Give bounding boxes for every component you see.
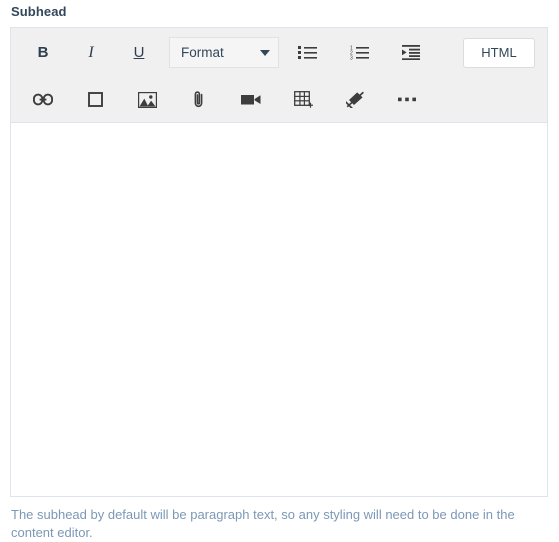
numbered-list-button[interactable]: 1 2 3 bbox=[335, 38, 383, 68]
editor-content-area[interactable] bbox=[11, 123, 547, 496]
chevron-down-icon bbox=[260, 49, 270, 56]
bold-icon: B bbox=[37, 44, 49, 61]
html-button-label: HTML bbox=[481, 45, 517, 60]
more-options-button[interactable] bbox=[383, 85, 431, 115]
insert-image-button[interactable] bbox=[123, 85, 171, 115]
remove-format-button[interactable] bbox=[331, 85, 379, 115]
numbered-list-icon: 1 2 3 bbox=[350, 45, 369, 60]
video-camera-icon bbox=[241, 93, 261, 106]
toolbar-row-2 bbox=[11, 77, 547, 122]
indent-icon bbox=[402, 45, 420, 60]
italic-icon: I bbox=[88, 43, 94, 61]
underline-button[interactable]: U bbox=[115, 38, 163, 68]
html-button[interactable]: HTML bbox=[463, 37, 535, 68]
bold-button[interactable]: B bbox=[19, 38, 67, 68]
remove-format-icon bbox=[345, 91, 365, 108]
table-icon bbox=[293, 90, 313, 109]
image-icon bbox=[137, 91, 157, 108]
insert-video-button[interactable] bbox=[227, 85, 275, 115]
svg-text:3: 3 bbox=[350, 56, 353, 60]
indent-button[interactable] bbox=[387, 38, 435, 68]
format-dropdown[interactable]: Format bbox=[169, 37, 279, 68]
editor-toolbar: B I U Format 1 2 3 HTML bbox=[11, 28, 547, 123]
bullet-list-button[interactable] bbox=[283, 38, 331, 68]
attachment-icon bbox=[193, 90, 205, 109]
insert-link-button[interactable] bbox=[19, 85, 67, 115]
page-title: Subhead bbox=[11, 4, 67, 19]
anchor-square-icon bbox=[87, 92, 103, 107]
bullet-list-icon bbox=[297, 45, 317, 60]
toolbar-row-1: B I U Format 1 2 3 HTML bbox=[11, 28, 547, 77]
insert-anchor-button[interactable] bbox=[71, 85, 119, 115]
link-icon bbox=[33, 93, 53, 106]
format-dropdown-label: Format bbox=[181, 45, 224, 60]
more-options-icon bbox=[398, 97, 416, 102]
italic-button[interactable]: I bbox=[67, 38, 115, 68]
insert-table-button[interactable] bbox=[279, 85, 327, 115]
field-help-text: The subhead by default will be paragraph… bbox=[11, 507, 515, 540]
underline-icon: U bbox=[133, 44, 145, 61]
rich-text-editor: B I U Format 1 2 3 HTML bbox=[10, 27, 548, 497]
subhead-field: Subhead B I U Format 1 2 3 HTML The subh… bbox=[0, 0, 559, 540]
insert-attachment-button[interactable] bbox=[175, 85, 223, 115]
